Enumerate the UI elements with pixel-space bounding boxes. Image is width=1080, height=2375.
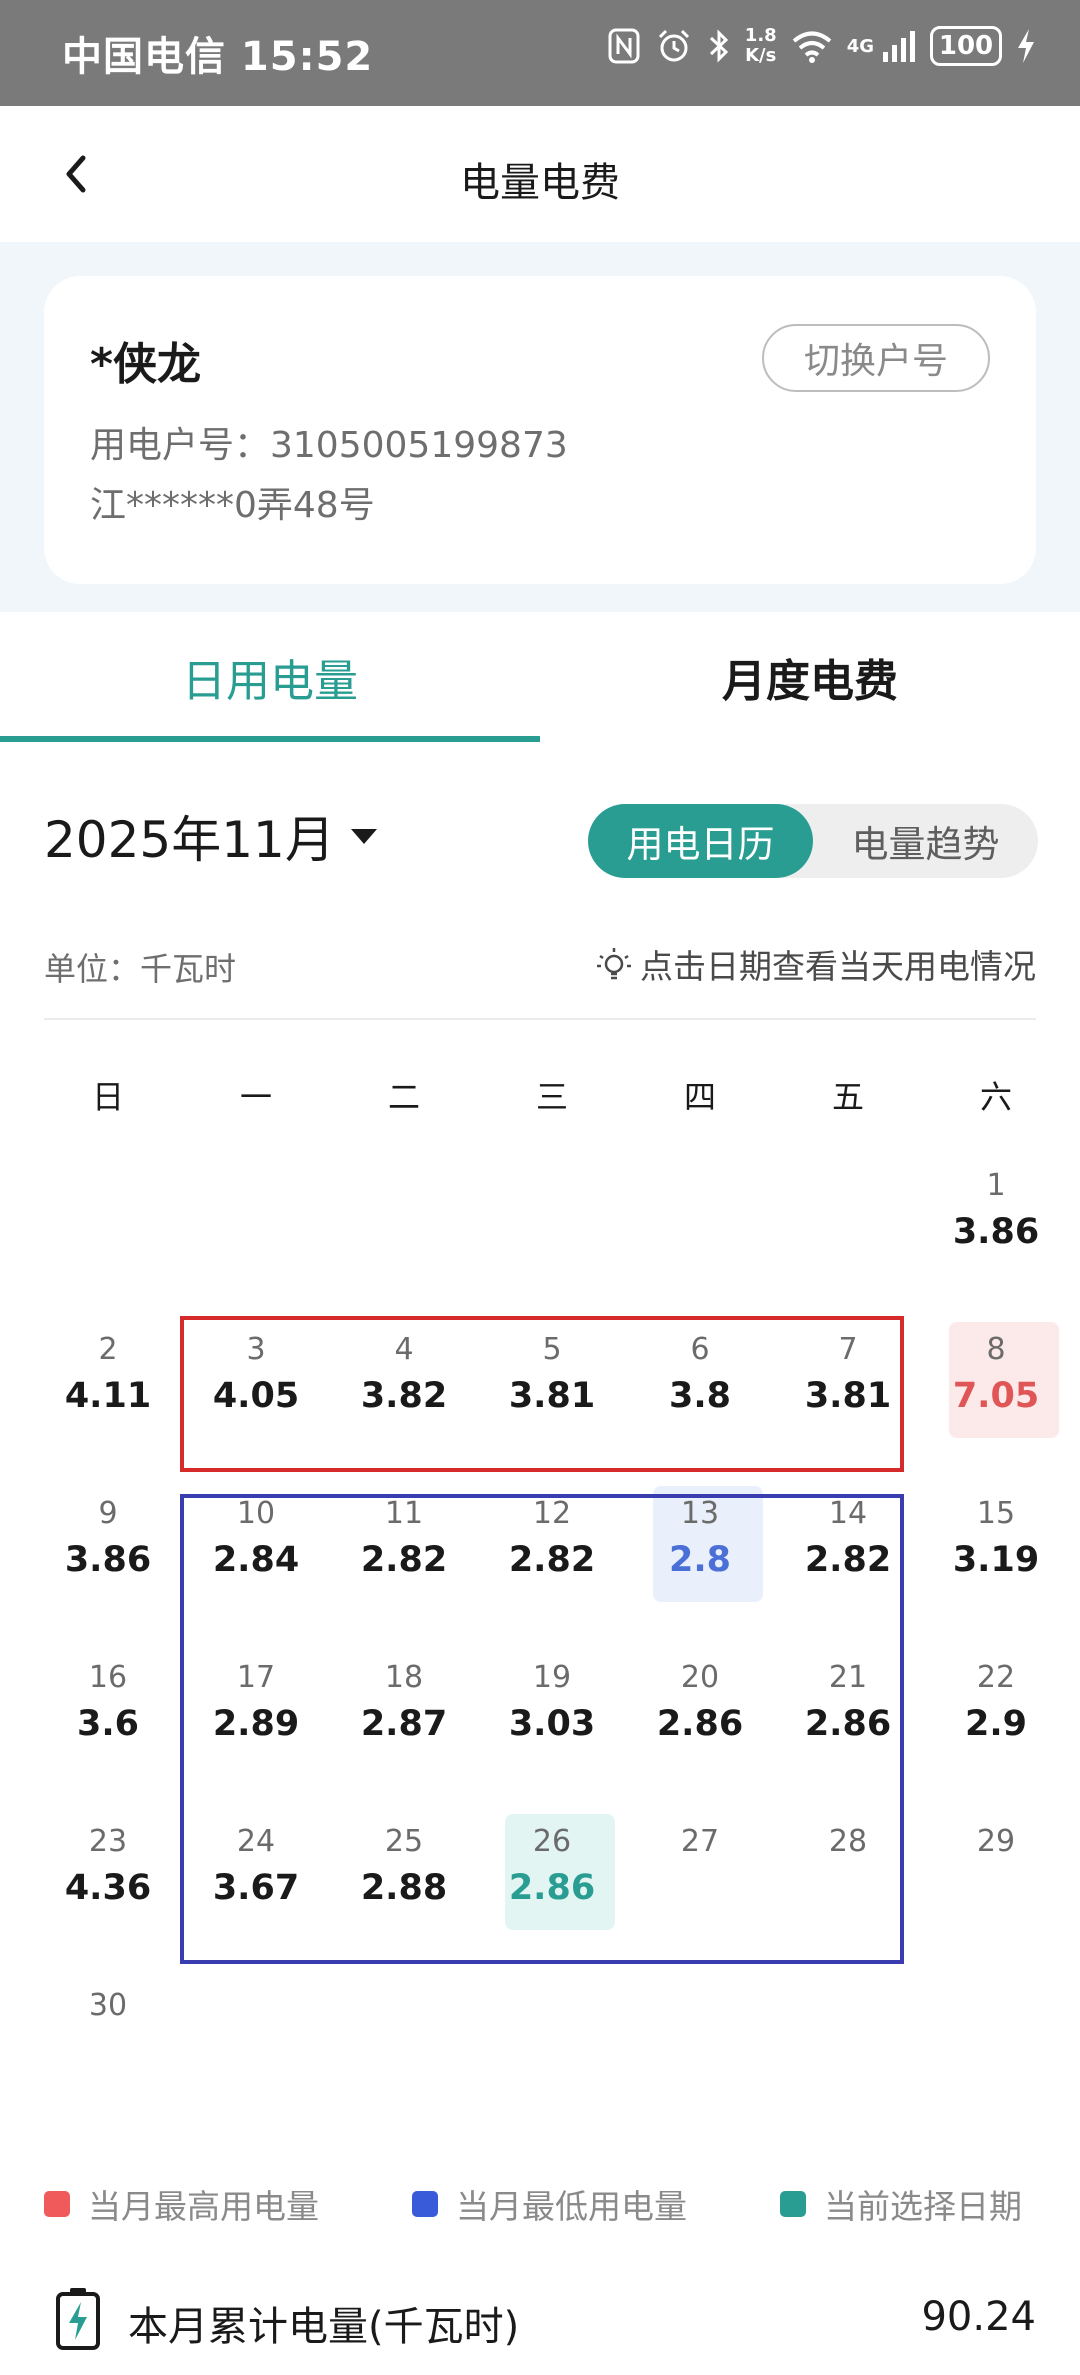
legend-swatch-red: [44, 2191, 70, 2217]
day-usage-value: 4.11: [64, 1376, 152, 1416]
net-speed: 1.8 K/s: [744, 25, 777, 66]
calendar-day-9[interactable]: 9 3.86: [34, 1476, 182, 1640]
calendar-day-30[interactable]: 30: [34, 1968, 182, 2132]
unit-label: 单位：千瓦时: [44, 950, 237, 988]
weekday-label: 一: [239, 1078, 272, 1116]
legend-label: 当月最低用电量: [456, 2187, 687, 2226]
calendar-day-16[interactable]: 16 3.6: [34, 1640, 182, 1804]
weekday-label: 日: [91, 1078, 124, 1116]
hint: 点击日期查看当天用电情况: [594, 940, 1036, 988]
battery-icon: 100: [930, 26, 1002, 66]
total-value: 90.24: [921, 2294, 1036, 2340]
signal-icon: [883, 31, 915, 62]
total-label: 本月累计电量(千瓦时): [128, 2304, 520, 2350]
day-number: 23: [88, 1824, 128, 1859]
page-title: 电量电费: [460, 160, 620, 206]
charging-icon: [1018, 29, 1034, 63]
status-bar: 中国电信 15:52 1.8 K/s 4G 100: [0, 0, 1080, 106]
day-number: 2: [98, 1332, 118, 1367]
nav-bar: 电量电费: [0, 106, 1080, 242]
legend-swatch-teal: [780, 2191, 806, 2217]
active-tab-indicator: [0, 736, 540, 742]
day-number: 1: [986, 1168, 1006, 1203]
day-number: 29: [976, 1824, 1016, 1859]
annotation-box-blue: [180, 1494, 904, 1964]
day-number: 30: [88, 1988, 128, 2023]
account-number: 用电户号：3105005199873: [90, 425, 568, 466]
calendar-day-15[interactable]: 15 3.19: [922, 1476, 1070, 1640]
lightbulb-icon: [597, 948, 631, 980]
calendar-day-1[interactable]: 1 3.86: [922, 1148, 1070, 1312]
switch-account-button[interactable]: 切换户号: [762, 324, 990, 392]
status-icons: 1.8 K/s 4G 100: [607, 26, 1036, 66]
toggle-calendar[interactable]: 用电日历: [588, 804, 813, 878]
legend-swatch-blue: [412, 2191, 438, 2217]
account-card: *侠龙 切换户号 用电户号：3105005199873 江******0弄48号: [44, 276, 1036, 584]
tab-monthly-fee[interactable]: 月度电费: [540, 612, 1080, 742]
tab-daily-usage[interactable]: 日用电量: [0, 612, 540, 742]
account-address: 江******0弄48号: [90, 485, 375, 526]
battery-charge-icon: [56, 2288, 100, 2350]
legend-selected: 当前选择日期: [780, 2180, 1022, 2228]
alarm-icon: [658, 29, 689, 62]
month-label: 2025年11月: [44, 811, 335, 869]
network-type: 4G: [846, 35, 874, 57]
calendar-day-8[interactable]: 8 7.05: [922, 1312, 1070, 1476]
day-number: 16: [88, 1660, 128, 1695]
day-number: 9: [98, 1496, 118, 1531]
calendar-day-29[interactable]: 29: [922, 1804, 1070, 1968]
calendar-day-22[interactable]: 22 2.9: [922, 1640, 1070, 1804]
annotation-box-red: [180, 1316, 904, 1472]
day-usage-value: 3.6: [76, 1704, 139, 1744]
toggle-trend[interactable]: 电量趋势: [813, 804, 1038, 878]
legend-label: 当前选择日期: [824, 2187, 1022, 2226]
day-usage-value: 3.86: [952, 1212, 1040, 1252]
view-toggle: 用电日历 电量趋势: [588, 804, 1038, 878]
account-name: *侠龙: [90, 339, 202, 390]
month-selector[interactable]: 2025年11月: [44, 800, 379, 872]
day-usage-value: 3.86: [64, 1540, 152, 1580]
day-number: 15: [976, 1496, 1016, 1531]
wifi-icon: [792, 31, 831, 63]
day-usage-value: 2.9: [964, 1704, 1027, 1744]
weekday-label: 六: [979, 1078, 1012, 1116]
weekday-label: 三: [535, 1078, 568, 1116]
day-usage-value: 7.05: [952, 1376, 1040, 1416]
day-usage-value: 3.19: [952, 1540, 1040, 1580]
day-usage-value: 4.36: [64, 1868, 152, 1908]
weekday-label: 五: [831, 1078, 864, 1116]
day-number: 22: [976, 1660, 1016, 1695]
bluetooth-icon: [709, 29, 728, 63]
nfc-icon: [608, 28, 640, 64]
legend-label: 当月最高用电量: [88, 2187, 319, 2226]
hint-text: 点击日期查看当天用电情况: [640, 947, 1036, 986]
divider: [44, 1018, 1036, 1020]
calendar-day-23[interactable]: 23 4.36: [34, 1804, 182, 1968]
legend-max: 当月最高用电量: [44, 2180, 319, 2228]
carrier-time: 中国电信 15:52: [62, 34, 374, 80]
caret-down-icon: [350, 829, 377, 844]
legend-min: 当月最低用电量: [412, 2180, 687, 2228]
weekday-label: 二: [387, 1078, 420, 1116]
tab-bar: 日用电量 月度电费: [0, 612, 1080, 742]
calendar-day-2[interactable]: 2 4.11: [34, 1312, 182, 1476]
weekday-label: 四: [683, 1078, 716, 1116]
day-number: 8: [986, 1332, 1006, 1367]
